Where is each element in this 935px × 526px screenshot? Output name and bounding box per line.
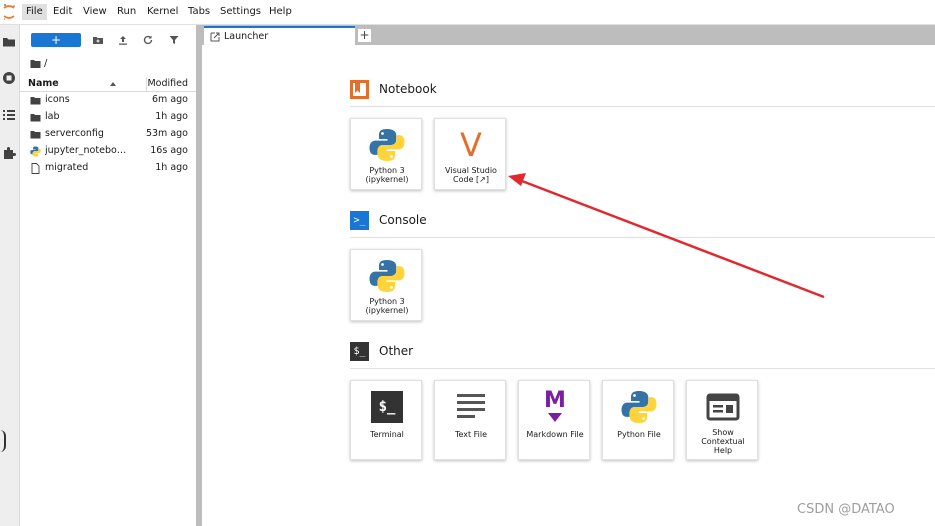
card-label: Visual Studio Code [↗] <box>445 166 497 184</box>
menu-tabs[interactable]: Tabs <box>184 4 214 20</box>
breadcrumb-root[interactable]: / <box>44 57 47 71</box>
contextual-help-icon <box>706 393 740 421</box>
file-name: icons <box>45 94 70 105</box>
folder-icon <box>30 114 41 122</box>
card-label: Show Contextual Help <box>701 428 745 455</box>
file-modified: 53m ago <box>145 128 188 139</box>
file-modified: 1h ago <box>155 162 188 173</box>
terminal-icon: $_ <box>371 391 403 423</box>
card-python3-console[interactable]: Python 3 (ipykernel) <box>350 249 422 321</box>
card-label: Terminal <box>370 430 404 439</box>
text-file-icon <box>457 394 485 418</box>
other-icon: $_ <box>350 342 369 361</box>
file-browser-toolbar: + <box>20 25 196 55</box>
card-contextual-help[interactable]: Show Contextual Help <box>686 380 758 460</box>
section-title: Notebook <box>379 82 437 96</box>
file-list-header: Name Modified <box>20 77 196 92</box>
python-logo-icon <box>369 260 405 292</box>
file-name: lab <box>45 111 60 122</box>
upload-icon[interactable] <box>117 34 129 46</box>
menu-file[interactable]: File <box>22 4 47 20</box>
folder-icon <box>30 131 41 139</box>
extension-icon[interactable] <box>1 145 17 161</box>
python-file-icon <box>30 146 41 157</box>
toc-icon[interactable] <box>1 107 17 123</box>
section-title: Console <box>379 213 427 227</box>
markdown-icon: M <box>537 389 573 425</box>
refresh-icon[interactable] <box>142 34 154 46</box>
notebook-icon <box>350 80 369 99</box>
file-modified: 1h ago <box>155 111 188 122</box>
tab-launcher-label: Launcher <box>224 31 269 42</box>
section-title: Other <box>379 344 414 358</box>
section-divider <box>350 106 935 107</box>
card-label: Python File <box>617 430 661 439</box>
card-label: Markdown File <box>526 430 584 439</box>
menu-bar: File Edit View Run Kernel Tabs Settings … <box>0 0 935 25</box>
sort-up-icon[interactable] <box>109 80 117 88</box>
add-tab-button[interactable]: + <box>357 28 372 43</box>
menu-edit[interactable]: Edit <box>49 4 76 20</box>
scroll-marker <box>0 430 6 452</box>
launcher-panel: Notebook Python 3 (ipykernel) V Visual S… <box>202 45 935 526</box>
card-label: Text File <box>454 430 488 439</box>
card-vscode[interactable]: V Visual Studio Code [↗] <box>434 118 506 190</box>
python-logo-icon <box>369 129 405 161</box>
new-folder-icon[interactable] <box>92 34 104 46</box>
card-text-file[interactable]: Text File <box>434 380 506 460</box>
file-row[interactable]: migrated 1h ago <box>20 160 196 177</box>
launcher-icon <box>210 32 220 42</box>
card-label: Python 3 (ipykernel) <box>365 297 409 315</box>
card-terminal[interactable]: $_ Terminal <box>350 380 422 460</box>
folder-icon[interactable] <box>1 34 17 50</box>
file-icon <box>31 163 40 174</box>
header-modified[interactable]: Modified <box>147 78 188 89</box>
menu-kernel[interactable]: Kernel <box>143 4 182 20</box>
file-row[interactable]: icons 6m ago <box>20 92 196 109</box>
menu-view[interactable]: View <box>79 4 111 20</box>
console-icon: >_ <box>350 211 369 230</box>
python-logo-icon <box>621 391 657 423</box>
file-modified: 6m ago <box>152 94 188 105</box>
new-launcher-button[interactable]: + <box>31 33 81 47</box>
tab-bar: Launcher + <box>202 25 935 45</box>
menu-settings[interactable]: Settings <box>216 4 265 20</box>
file-modified: 16s ago <box>150 145 188 156</box>
card-label: Python 3 (ipykernel) <box>365 166 409 184</box>
watermark: CSDN @DATAO <box>797 502 895 517</box>
header-name[interactable]: Name <box>28 78 59 89</box>
filter-icon[interactable] <box>168 34 180 46</box>
file-row[interactable]: lab 1h ago <box>20 109 196 126</box>
card-markdown-file[interactable]: M Markdown File <box>518 380 590 460</box>
card-python-file[interactable]: Python File <box>602 380 674 460</box>
folder-icon <box>30 97 41 105</box>
file-name: jupyter_noteboo... <box>45 145 127 156</box>
file-row[interactable]: serverconfig 53m ago <box>20 126 196 143</box>
jupyter-logo-icon[interactable] <box>2 3 16 21</box>
section-divider <box>350 237 935 238</box>
file-name: migrated <box>45 162 89 173</box>
running-icon[interactable] <box>1 70 17 86</box>
file-browser: + / Name Modified icons 6m ago lab 1h ag… <box>20 25 196 526</box>
folder-icon <box>30 60 41 68</box>
file-name: serverconfig <box>45 128 104 139</box>
card-python3-notebook[interactable]: Python 3 (ipykernel) <box>350 118 422 190</box>
menu-help[interactable]: Help <box>265 4 296 20</box>
file-row[interactable]: jupyter_noteboo... 16s ago <box>20 143 196 160</box>
tab-launcher[interactable]: Launcher <box>204 26 355 45</box>
menu-run[interactable]: Run <box>113 4 140 20</box>
vscode-v-icon: V <box>460 126 482 164</box>
section-divider <box>350 368 935 369</box>
